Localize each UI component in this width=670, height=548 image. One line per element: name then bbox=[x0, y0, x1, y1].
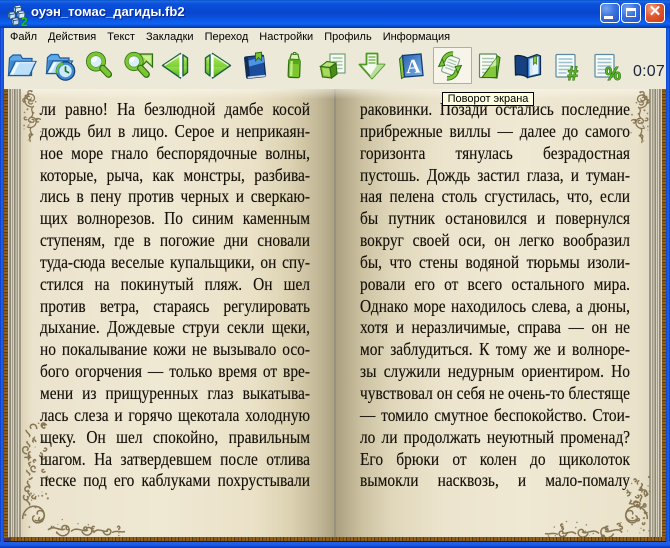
svg-text:%: % bbox=[605, 64, 621, 82]
svg-text:2: 2 bbox=[21, 15, 28, 27]
svg-text:A: A bbox=[405, 55, 421, 78]
svg-text:#: # bbox=[567, 64, 578, 82]
